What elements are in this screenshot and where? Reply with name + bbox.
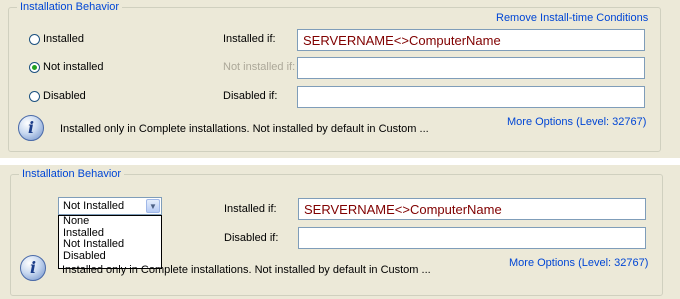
behavior-description: Installed only in Complete installations… <box>60 123 429 135</box>
more-options-link[interactable]: More Options (Level: 32767) <box>509 257 648 269</box>
dropdown-option-none[interactable]: None <box>59 215 161 228</box>
info-icon: i <box>20 255 46 281</box>
disabled-if-field[interactable] <box>298 227 646 249</box>
not-installed-if-field[interactable] <box>297 57 645 79</box>
combo-value: Not Installed <box>63 200 125 212</box>
behavior-combo[interactable]: Not Installed ▼ <box>58 197 162 215</box>
dropdown-option-disabled[interactable]: Disabled <box>59 250 161 263</box>
radio-not-installed[interactable]: Not installed <box>29 61 104 73</box>
chevron-down-icon[interactable]: ▼ <box>146 199 160 213</box>
radio-not-installed-dot[interactable] <box>29 61 40 73</box>
radio-disabled-label: Disabled <box>43 90 86 102</box>
dropdown-option-not-installed[interactable]: Not Installed <box>59 238 161 251</box>
behavior-description: Installed only in Complete installations… <box>62 264 431 276</box>
more-options-link[interactable]: More Options (Level: 32767) <box>507 116 646 128</box>
radio-not-installed-label: Not installed <box>43 61 104 73</box>
disabled-if-field[interactable] <box>297 86 645 108</box>
installed-if-value: SERVERNAME<>ComputerName <box>303 33 501 48</box>
radio-disabled[interactable]: Disabled <box>29 90 86 102</box>
installed-if-value: SERVERNAME<>ComputerName <box>304 202 502 217</box>
info-icon: i <box>18 115 44 141</box>
installation-behavior-group: Installation Behavior Remove Install-tim… <box>8 0 661 152</box>
radio-installed-dot[interactable] <box>29 33 40 45</box>
group-title: Installation Behavior <box>19 167 125 181</box>
disabled-if-label: Disabled if: <box>223 90 278 102</box>
radio-installed-label: Installed <box>43 33 84 45</box>
installed-if-label: Installed if: <box>224 203 277 215</box>
top-panel: Installation Behavior Remove Install-tim… <box>0 0 680 158</box>
remove-install-time-conditions-link[interactable]: Remove Install-time Conditions <box>496 12 648 24</box>
disabled-if-label: Disabled if: <box>224 232 279 244</box>
installed-if-field[interactable]: SERVERNAME<>ComputerName <box>298 198 646 220</box>
bottom-panel: Installation Behavior Not Installed ▼ No… <box>0 165 680 299</box>
radio-disabled-dot[interactable] <box>29 90 40 102</box>
combo-dropdown-list: None Installed Not Installed Disabled <box>58 215 162 269</box>
installed-if-field[interactable]: SERVERNAME<>ComputerName <box>297 29 645 51</box>
not-installed-if-label: Not installed if: <box>223 61 296 73</box>
installed-if-label: Installed if: <box>223 33 276 45</box>
installation-behavior-group: Installation Behavior Not Installed ▼ No… <box>10 167 663 296</box>
group-title: Installation Behavior <box>17 0 123 14</box>
radio-installed[interactable]: Installed <box>29 33 84 45</box>
